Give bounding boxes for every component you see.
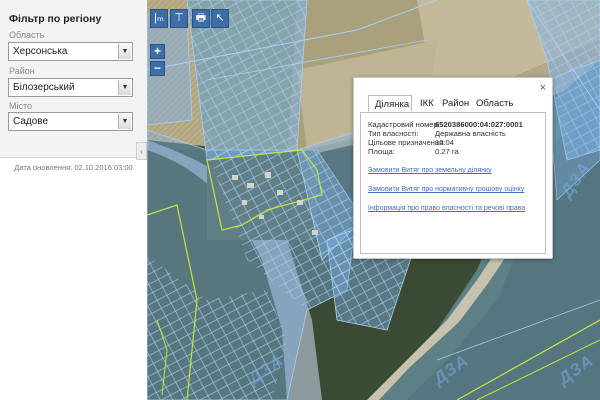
parcel-info-popup: × Ділянка ІКК Район Область Кадастровий …: [353, 77, 553, 259]
tab-region[interactable]: Область: [470, 95, 519, 112]
chevron-down-icon: ▼: [118, 44, 131, 59]
collapse-panel-button[interactable]: ‹: [136, 142, 147, 160]
zoom-in-button[interactable]: +: [150, 44, 165, 59]
purpose-label: Цільове призначення:: [368, 138, 446, 147]
region-value: Херсонська: [13, 46, 68, 57]
purpose-row: Цільове призначення: 10.04: [368, 138, 454, 147]
cadastral-number-label: Кадастровий номер:: [368, 120, 440, 129]
tab-parcel[interactable]: Ділянка: [368, 95, 412, 112]
filter-panel: Фільтр по регіону Область Херсонська ▼ Р…: [0, 0, 148, 400]
filter-form: Фільтр по регіону Область Херсонська ▼ Р…: [0, 0, 147, 158]
order-parcel-extract-link[interactable]: Замовити Витяг про земельну ділянку: [368, 167, 492, 174]
zoom-out-button[interactable]: −: [150, 61, 165, 76]
ownership-info-link[interactable]: Інформація про право власності та речові…: [368, 205, 525, 212]
area-row: Площа: 0.27 га: [368, 147, 459, 156]
district-label: Район: [9, 66, 35, 76]
ownership-type-row: Тип власності: Державна власність: [368, 129, 506, 138]
filter-title: Фільтр по регіону: [9, 13, 102, 25]
region-select[interactable]: Херсонська ▼: [8, 42, 133, 61]
city-value: Садове: [13, 116, 49, 127]
district-select[interactable]: Білозерський ▼: [8, 78, 133, 97]
measure-area-icon[interactable]: ⊤: [170, 9, 188, 28]
area-value: 0.27 га: [435, 147, 459, 156]
ownership-type-value: Державна власність: [435, 129, 506, 138]
measure-length-icon[interactable]: |ₘ: [150, 9, 168, 28]
chevron-down-icon: ▼: [118, 80, 131, 95]
cadastral-number-value: 6520386000:04:027:0001: [435, 120, 523, 129]
cadastral-number-row: Кадастровий номер: 6520386000:04:027:000…: [368, 120, 523, 129]
district-value: Білозерський: [13, 82, 75, 93]
purpose-value: 10.04: [435, 138, 455, 147]
print-icon[interactable]: 🖶: [192, 9, 210, 28]
order-valuation-extract-link[interactable]: Замовити Витяг про нормативну грошову оц…: [368, 186, 524, 193]
select-pointer-icon[interactable]: ↖: [211, 9, 229, 28]
region-label: Область: [9, 30, 45, 40]
chevron-down-icon: ▼: [118, 114, 131, 129]
ownership-type-label: Тип власності:: [368, 129, 419, 138]
area-label: Площа:: [368, 147, 395, 156]
city-label: Місто: [9, 101, 33, 111]
update-date: Дата оновлення: 02.10.2016 03:00: [14, 163, 133, 172]
city-select[interactable]: Садове ▼: [8, 112, 133, 131]
close-icon[interactable]: ×: [540, 82, 546, 94]
parcel-details: Кадастровий номер: 6520386000:04:027:000…: [360, 112, 546, 254]
